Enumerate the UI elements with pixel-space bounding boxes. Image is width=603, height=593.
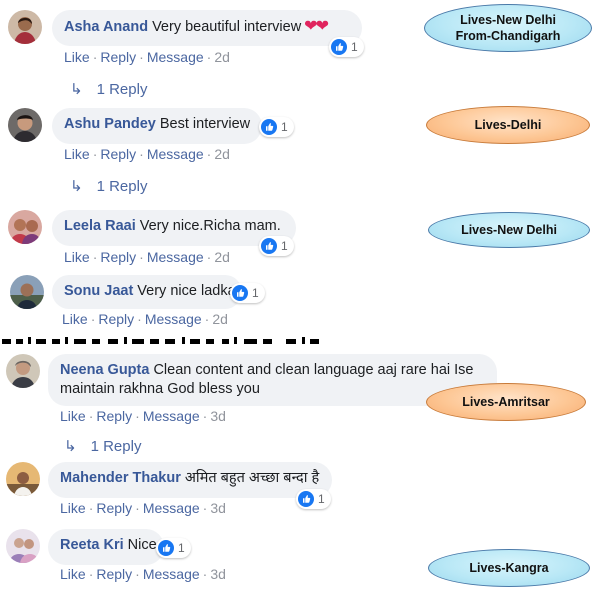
like-link[interactable]: Like	[60, 500, 86, 516]
location-annotation: Lives-Amritsar	[426, 383, 586, 421]
like-link[interactable]: Like	[64, 49, 90, 65]
view-replies-link[interactable]: ↳ 1 Reply	[70, 80, 147, 99]
like-thumb-icon	[261, 238, 277, 254]
comment-time[interactable]: 2d	[214, 249, 230, 265]
comment-author[interactable]: Asha Anand	[64, 19, 148, 35]
comment-author[interactable]: Sonu Jaat	[64, 283, 133, 299]
like-link[interactable]: Like	[64, 146, 90, 162]
avatar[interactable]	[10, 275, 44, 309]
comment-actions: Like · Reply · Message · 3d	[60, 500, 226, 516]
reply-arrow-icon: ↳	[70, 178, 83, 195]
reply-arrow-icon: ↳	[64, 438, 77, 455]
comment-author[interactable]: Leela Raai	[64, 218, 136, 234]
comment-bubble: Asha Anand Very beautiful interview ❤❤	[52, 10, 362, 46]
like-link[interactable]: Like	[62, 311, 88, 327]
comment-actions: Like · Reply · Message · 2d	[64, 249, 230, 265]
view-replies-link[interactable]: ↳ 1 Reply	[70, 177, 147, 196]
message-link[interactable]: Message	[147, 146, 204, 162]
message-link[interactable]: Message	[143, 500, 200, 516]
comment-text: Best interview	[159, 116, 251, 132]
comment-text: Very nice.Richa mam.	[139, 218, 281, 234]
reaction-count[interactable]: 1	[259, 236, 294, 256]
reaction-count[interactable]: 1	[329, 37, 364, 57]
comment-author[interactable]: Neena Gupta	[60, 362, 149, 378]
reaction-count[interactable]: 1	[156, 538, 191, 558]
avatar[interactable]	[6, 462, 40, 496]
comment-actions: Like · Reply · Message · 2d	[62, 311, 228, 327]
reaction-count[interactable]: 1	[230, 283, 265, 303]
like-thumb-icon	[331, 39, 347, 55]
message-link[interactable]: Message	[143, 566, 200, 582]
reply-link[interactable]: Reply	[96, 500, 132, 516]
comment-bubble: Reeta Kri Nice	[48, 529, 164, 565]
like-link[interactable]: Like	[64, 249, 90, 265]
comment-actions: Like · Reply · Message · 2d	[64, 146, 230, 162]
comment-time[interactable]: 2d	[214, 146, 230, 162]
reply-link[interactable]: Reply	[98, 311, 134, 327]
comment-time[interactable]: 2d	[212, 311, 228, 327]
reaction-count[interactable]: 1	[259, 117, 294, 137]
avatar[interactable]	[6, 354, 40, 388]
message-link[interactable]: Message	[147, 249, 204, 265]
comment-author[interactable]: Reeta Kri	[60, 537, 124, 553]
message-link[interactable]: Message	[143, 408, 200, 424]
avatar[interactable]	[8, 10, 42, 44]
comment-actions: Like · Reply · Message · 3d	[60, 566, 226, 582]
reply-link[interactable]: Reply	[96, 566, 132, 582]
view-replies-link[interactable]: ↳ 1 Reply	[64, 437, 141, 456]
avatar[interactable]	[8, 108, 42, 142]
like-thumb-icon	[261, 119, 277, 135]
comment-author[interactable]: Ashu Pandey	[64, 116, 156, 132]
reply-link[interactable]: Reply	[100, 49, 136, 65]
reaction-count[interactable]: 1	[296, 489, 331, 509]
comment-text: अमित बहुत अच्छा बन्दा है	[184, 470, 320, 486]
reply-arrow-icon: ↳	[70, 81, 83, 98]
comment-text: Very nice ladka	[137, 283, 236, 299]
comment-text: Very beautiful interview	[152, 19, 302, 35]
comment-bubble: Ashu Pandey Best interview	[52, 108, 262, 144]
comment-bubble: Sonu Jaat Very nice ladka	[52, 275, 242, 309]
like-thumb-icon	[232, 285, 248, 301]
location-annotation: Lives-Kangra	[428, 549, 590, 587]
reply-link[interactable]: Reply	[96, 408, 132, 424]
comment-author[interactable]: Mahender Thakur	[60, 470, 181, 486]
reply-link[interactable]: Reply	[100, 249, 136, 265]
reply-link[interactable]: Reply	[100, 146, 136, 162]
heart-emoji-icon: ❤❤	[304, 18, 329, 35]
avatar[interactable]	[6, 529, 40, 563]
avatar[interactable]	[8, 210, 42, 244]
location-annotation: Lives-New Delhi From-Chandigarh	[424, 4, 592, 52]
comment-bubble: Mahender Thakur अमित बहुत अच्छा बन्दा है	[48, 462, 332, 498]
comment-time[interactable]: 3d	[210, 566, 226, 582]
like-thumb-icon	[298, 491, 314, 507]
message-link[interactable]: Message	[145, 311, 202, 327]
like-link[interactable]: Like	[60, 408, 86, 424]
clipped-heading-strip	[0, 330, 330, 344]
comment-time[interactable]: 3d	[210, 500, 226, 516]
like-link[interactable]: Like	[60, 566, 86, 582]
location-annotation: Lives-Delhi	[426, 106, 590, 144]
comment-time[interactable]: 2d	[214, 49, 230, 65]
comment-actions: Like · Reply · Message · 2d	[64, 49, 230, 65]
message-link[interactable]: Message	[147, 49, 204, 65]
comment-actions: Like · Reply · Message · 3d	[60, 408, 226, 424]
like-thumb-icon	[158, 540, 174, 556]
location-annotation: Lives-New Delhi	[428, 212, 590, 248]
comment-time[interactable]: 3d	[210, 408, 226, 424]
comment-text: Nice	[127, 537, 157, 553]
